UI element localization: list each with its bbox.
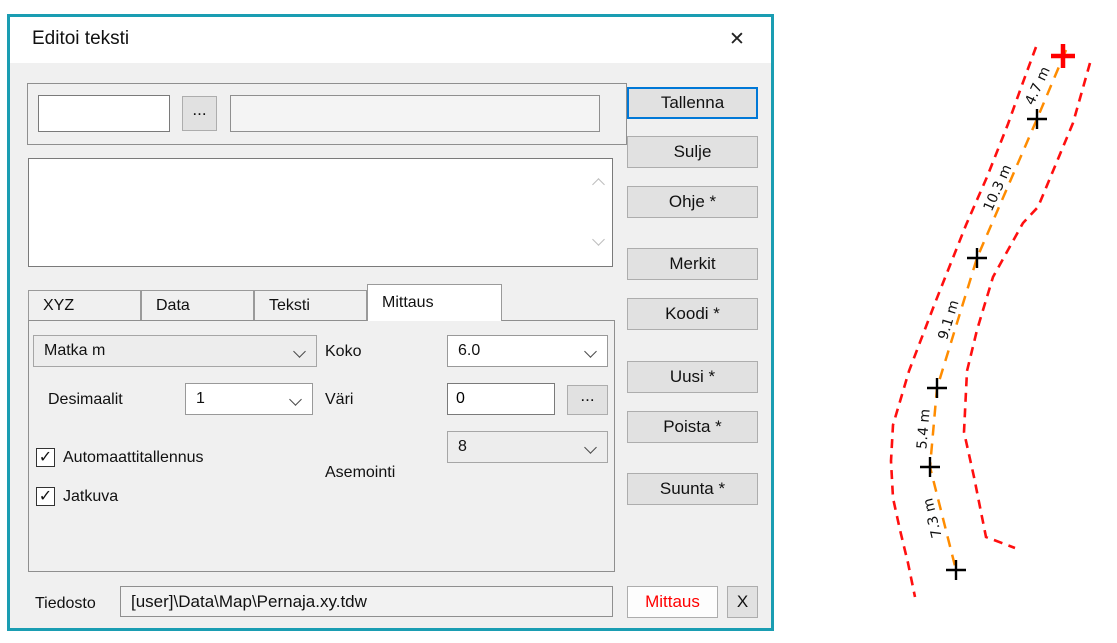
tab-mittaus[interactable]: Mittaus	[367, 284, 502, 321]
distance-label: 4.7 m	[1022, 64, 1054, 107]
distance-label: 10.3 m	[981, 162, 1016, 214]
cursor-cross-icon	[1051, 44, 1075, 68]
survey-point-marker	[1027, 109, 1047, 129]
survey-point-marker	[920, 457, 940, 477]
map-view[interactable]: 4.7 m10.3 m9.1 m5.4 m7.3 m	[0, 0, 1117, 643]
survey-point-marker	[946, 560, 966, 580]
right-boundary-line	[964, 63, 1090, 548]
distance-label: 5.4 m	[914, 408, 933, 450]
left-boundary-line	[891, 47, 1036, 597]
survey-point-marker	[927, 378, 947, 398]
survey-point-marker	[967, 248, 987, 268]
distance-label: 7.3 m	[920, 496, 945, 539]
